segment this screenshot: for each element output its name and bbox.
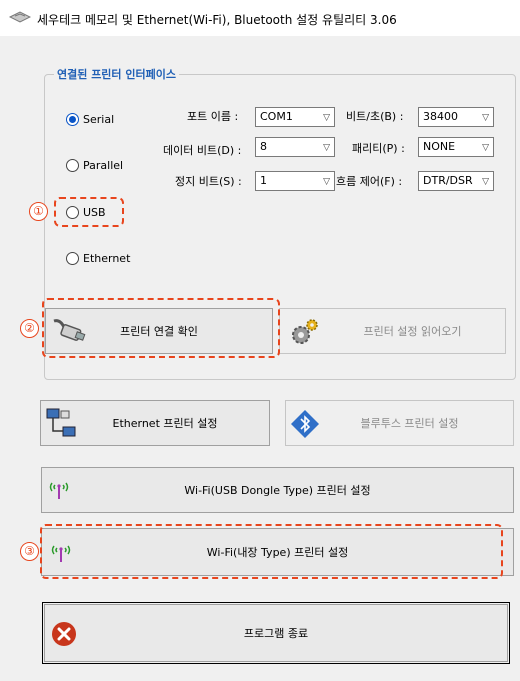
annotation-check-box [42, 298, 280, 358]
flow-select[interactable]: DTR/DSR ▽ [418, 171, 494, 191]
chevron-down-icon: ▽ [482, 177, 489, 187]
wifi-usb-settings-label: Wi-Fi(USB Dongle Type) 프린터 설정 [184, 484, 371, 497]
parity-select[interactable]: NONE ▽ [418, 137, 494, 157]
baud-value: 38400 [423, 110, 458, 123]
ethernet-settings-button[interactable]: Ethernet 프린터 설정 [40, 400, 270, 446]
annotation-number-3: ③ [20, 542, 39, 561]
radio-ethernet[interactable]: Ethernet [66, 252, 130, 265]
chevron-down-icon: ▽ [323, 143, 330, 153]
baud-label: 비트/초(B) : [346, 110, 404, 123]
bluetooth-settings-label: 블루투스 프린터 설정 [360, 417, 459, 430]
parity-label: 패리티(P) : [352, 142, 405, 155]
bluetooth-icon [291, 410, 319, 438]
group-title: 연결된 프린터 인터페이스 [54, 66, 179, 82]
exit-label: 프로그램 종료 [243, 627, 309, 640]
parity-value: NONE [423, 140, 456, 153]
read-settings-button[interactable]: 프린터 설정 읽어오기 [279, 308, 506, 354]
radio-label: Parallel [83, 159, 124, 172]
databits-label: 데이터 비트(D) : [163, 144, 242, 157]
chevron-down-icon: ▽ [482, 143, 489, 153]
port-label: 포트 이름 : [187, 110, 239, 123]
printer-icon [9, 11, 31, 23]
databits-value: 8 [260, 140, 267, 153]
annotation-usb-box [54, 197, 124, 227]
window-title: 세우테크 메모리 및 Ethernet(Wi-Fi), Bluetooth 설정… [37, 13, 397, 27]
network-computers-icon [46, 408, 76, 437]
title-bar: 세우테크 메모리 및 Ethernet(Wi-Fi), Bluetooth 설정… [0, 0, 520, 36]
annotation-number-1: ① [29, 202, 48, 221]
stopbits-value: 1 [260, 174, 267, 187]
gear-icon [292, 319, 318, 344]
port-value: COM1 [260, 110, 293, 123]
flow-value: DTR/DSR [423, 174, 473, 187]
databits-select[interactable]: 8 ▽ [255, 137, 335, 157]
baud-select[interactable]: 38400 ▽ [418, 107, 494, 127]
radio-dot [66, 252, 79, 265]
chevron-down-icon: ▽ [323, 177, 330, 187]
bluetooth-settings-button[interactable]: 블루투스 프린터 설정 [285, 400, 514, 446]
close-icon [52, 622, 76, 646]
wifi-antenna-icon [49, 482, 69, 499]
radio-label: Serial [83, 113, 115, 126]
radio-parallel[interactable]: Parallel [66, 159, 123, 172]
exit-button[interactable]: 프로그램 종료 [44, 604, 508, 662]
annotation-number-2: ② [20, 319, 39, 338]
radio-dot [66, 159, 79, 172]
radio-serial[interactable]: Serial [66, 113, 114, 126]
wifi-usb-settings-button[interactable]: Wi-Fi(USB Dongle Type) 프린터 설정 [41, 467, 514, 513]
chevron-down-icon: ▽ [323, 113, 330, 123]
radio-label: Ethernet [83, 252, 131, 265]
ethernet-settings-label: Ethernet 프린터 설정 [112, 417, 218, 430]
annotation-wifi-box [40, 524, 503, 579]
chevron-down-icon: ▽ [482, 113, 489, 123]
flow-label: 흐름 제어(F) : [336, 175, 403, 188]
stopbits-select[interactable]: 1 ▽ [255, 171, 335, 191]
radio-dot [66, 113, 79, 126]
read-settings-label: 프린터 설정 읽어오기 [363, 325, 462, 338]
stopbits-label: 정지 비트(S) : [175, 175, 242, 188]
port-select[interactable]: COM1 ▽ [255, 107, 335, 127]
